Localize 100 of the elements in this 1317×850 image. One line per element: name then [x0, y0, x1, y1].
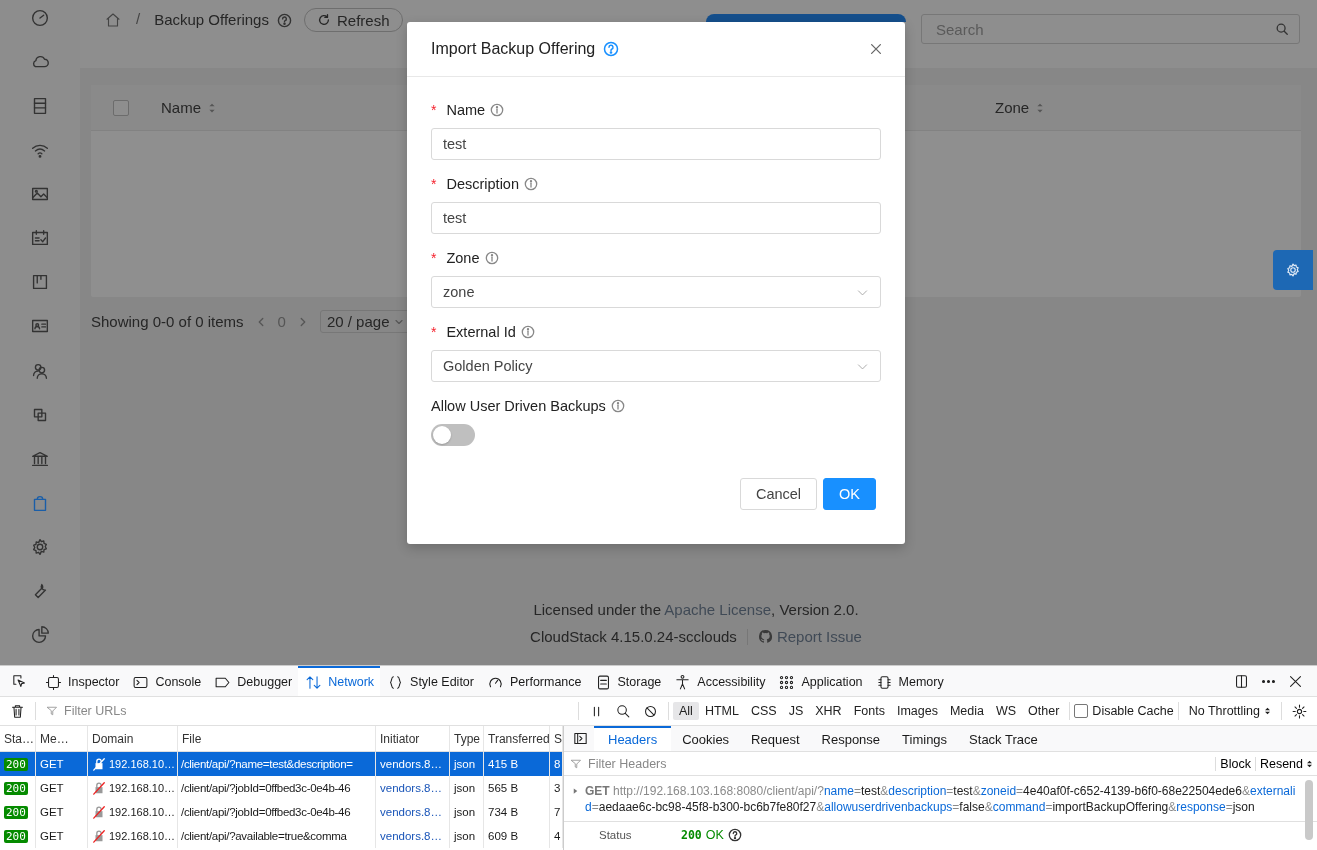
type-filter-button[interactable]: Images [890, 702, 944, 720]
select-all-checkbox[interactable] [113, 99, 129, 116]
sidebar-toggle-icon[interactable] [572, 730, 589, 747]
devtools-tab[interactable]: Console [125, 666, 208, 696]
column-header[interactable]: Zone [995, 99, 1030, 116]
devtools-tab[interactable]: Storage [587, 666, 668, 696]
detail-tab[interactable]: Timings [891, 726, 959, 751]
column-header[interactable]: Me… [36, 726, 88, 751]
pagination-summary: Showing 0-0 of 0 items [91, 313, 244, 330]
table-cell[interactable]: vendors.8… [376, 800, 450, 824]
select-field[interactable]: Golden Policy [431, 350, 881, 382]
cancel-button[interactable]: Cancel [739, 478, 818, 510]
table-cell: GET [36, 800, 88, 824]
table-cell: json [450, 800, 484, 824]
request-row[interactable]: 200 GET 192.168.10… /client/api/?available=true&comma vendors.8… json 609 B 4 [0, 824, 563, 848]
info-icon[interactable] [484, 251, 499, 265]
insecure-lock-icon [92, 829, 106, 843]
request-url: GET http://192.168.103.168:8080/client/api/?name=test&description=test&zoneid=4e40af0f-c652-4139-b6f0-68e22504ede6&externalid=aedaae6c-bc98-45f8-b300-bc6b7fe80f27&allowuserdrivenbackups=false&command=importBackupOffering&response=json [585, 783, 1297, 815]
refresh-button[interactable]: Refresh [303, 8, 403, 32]
detail-tab[interactable]: Response [810, 726, 892, 751]
element-picker-icon[interactable] [11, 672, 28, 690]
column-header[interactable]: Initiator [376, 726, 450, 751]
license-text: Licensed under the Apache License, Version 2.0. [533, 601, 859, 618]
devtools-tab[interactable]: Performance [479, 666, 588, 696]
select-field[interactable]: zone [431, 276, 881, 308]
detail-tab[interactable]: Cookies [671, 726, 741, 751]
trash-icon[interactable] [9, 702, 26, 720]
type-filter-button[interactable]: XHR [809, 702, 848, 720]
table-cell: 192.168.10… [109, 806, 176, 818]
table-cell[interactable]: vendors.8… [376, 776, 450, 800]
detail-tab[interactable]: Request [740, 726, 811, 751]
required-mark: * [431, 102, 437, 118]
info-icon[interactable] [524, 177, 538, 191]
expand-icon[interactable] [572, 787, 579, 795]
settings-tab-button[interactable] [1273, 250, 1313, 290]
type-filter-button[interactable]: Fonts [847, 702, 891, 720]
table-cell: 192.168.10… [109, 758, 176, 770]
dashboard-icon[interactable] [29, 7, 51, 29]
required-mark: * [431, 324, 437, 340]
type-filter-button[interactable]: WS [989, 702, 1023, 720]
help-icon[interactable] [727, 828, 742, 842]
table-cell: 7 [550, 800, 563, 824]
devtools-tab[interactable]: Application [771, 666, 869, 696]
request-row[interactable]: 200 GET 192.168.10… /client/api/?name=test&description= vendors.8… json 415 B 8 [0, 752, 563, 776]
dock-icon[interactable] [1233, 672, 1250, 690]
info-icon[interactable] [610, 399, 625, 413]
table-cell: json [450, 776, 484, 800]
status-badge: 200 [4, 805, 28, 819]
resend-button[interactable]: Resend [1254, 756, 1317, 771]
updown-icon [1264, 706, 1271, 716]
table-cell: 3 [550, 776, 563, 800]
github-icon[interactable] [757, 629, 773, 644]
devtools-tab[interactable]: Inspector [38, 666, 126, 696]
text-field[interactable]: test [431, 202, 881, 234]
devtools-tab[interactable]: Style Editor [380, 666, 480, 696]
required-mark: * [431, 176, 437, 192]
devtools-tab[interactable]: Debugger [207, 666, 299, 696]
type-filter-button[interactable]: All [673, 702, 699, 720]
request-row[interactable]: 200 GET 192.168.10… /client/api/?jobId=0ffbed3c-0e4b-46 vendors.8… json 565 B 3 [0, 776, 563, 800]
status-label: Status [599, 829, 633, 841]
type-filter-button[interactable]: JS [782, 702, 810, 720]
table-cell: /client/api/?jobId=0ffbed3c-0e4b-46 [178, 776, 376, 800]
filter-headers-field[interactable]: Filter Headers [586, 755, 1216, 772]
devtools-tab[interactable]: Memory [868, 666, 950, 696]
table-cell: 609 B [484, 824, 550, 848]
info-icon[interactable] [520, 325, 535, 339]
type-filter-button[interactable]: HTML [698, 702, 745, 720]
column-header[interactable]: S [550, 726, 563, 751]
table-cell[interactable]: vendors.8… [376, 824, 450, 848]
devtools-tab[interactable]: Accessibility [667, 666, 772, 696]
column-header[interactable]: Sta… [0, 726, 36, 751]
detail-tab[interactable]: Headers [594, 726, 672, 751]
throttling-select[interactable]: No Throttling [1182, 704, 1277, 718]
search-icon[interactable] [615, 702, 632, 720]
type-filter-button[interactable]: Media [943, 702, 990, 720]
status-badge: 200 [4, 757, 28, 771]
scrollbar[interactable] [1305, 780, 1313, 840]
devtools-tab[interactable]: Network [298, 666, 381, 696]
detail-tab[interactable]: Stack Trace [958, 726, 1049, 751]
block-button[interactable]: Block [1215, 756, 1255, 771]
pie-chart-icon[interactable] [29, 623, 51, 646]
column-header[interactable]: Transferred [484, 726, 550, 751]
toggle-switch[interactable] [431, 424, 475, 446]
column-header[interactable]: File [178, 726, 376, 751]
accessibility-icon [674, 673, 692, 691]
column-header[interactable]: Name [161, 99, 201, 116]
request-row[interactable]: 200 GET 192.168.10… /client/api/?jobId=0ffbed3c-0e4b-46 vendors.8… json 734 B 7 [0, 800, 563, 824]
column-header[interactable]: Type [450, 726, 484, 751]
table-cell: 192.168.10… [109, 782, 176, 794]
filter-urls-field[interactable]: Filter URLs [62, 703, 574, 719]
home-icon[interactable] [104, 11, 122, 29]
column-header[interactable]: Domain [88, 726, 178, 751]
status-text: OK [705, 828, 724, 842]
table-cell[interactable]: vendors.8… [376, 752, 450, 776]
checkbox[interactable] [1074, 704, 1089, 718]
type-filter-button[interactable]: CSS [744, 702, 783, 720]
table-cell: 8 [550, 752, 563, 776]
type-filter-button[interactable]: Other [1022, 702, 1066, 720]
info-icon[interactable] [490, 103, 505, 117]
text-field[interactable]: test [431, 128, 881, 160]
